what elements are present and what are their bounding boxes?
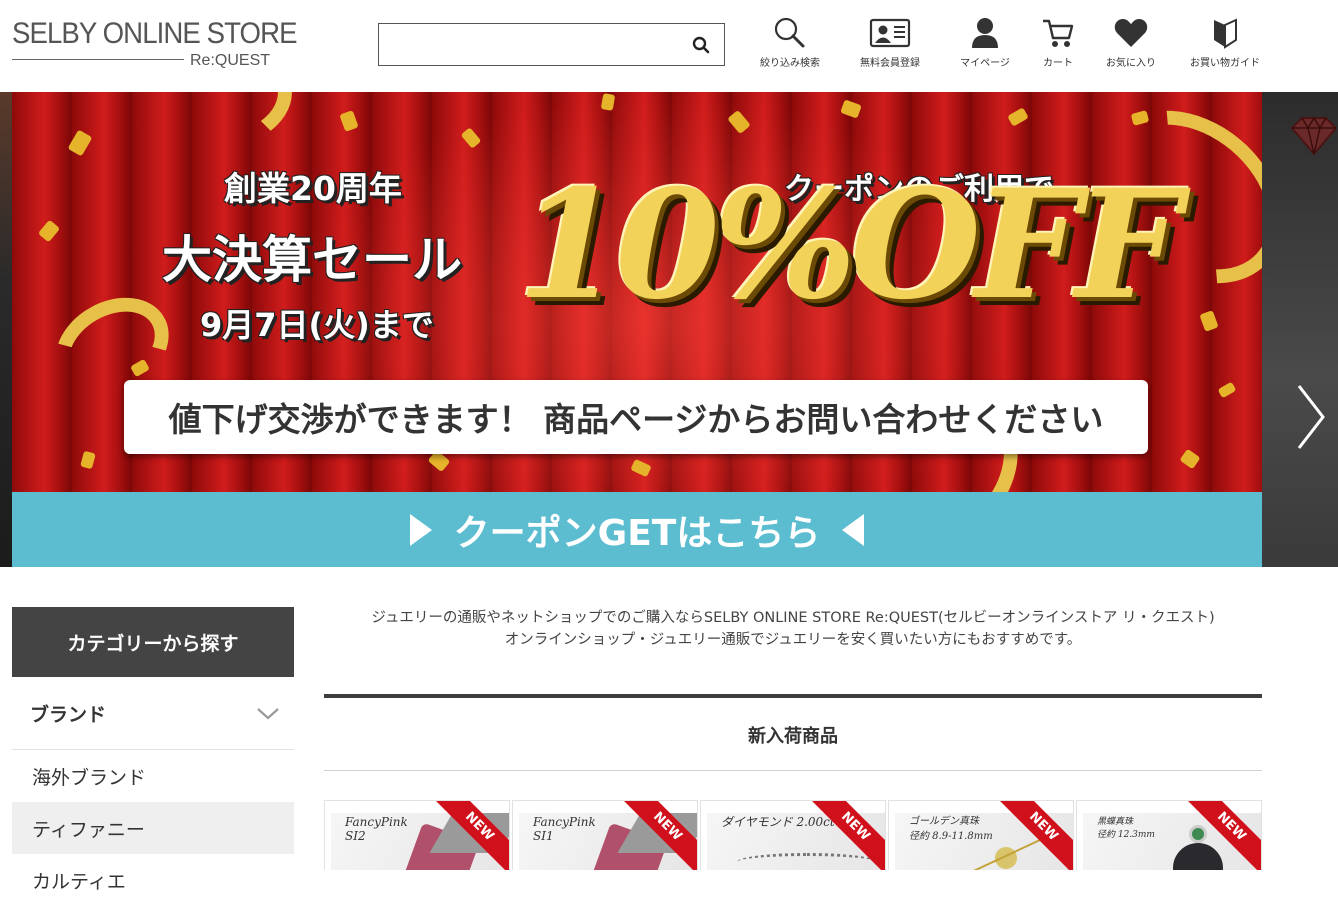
nav-label: お買い物ガイド bbox=[1190, 58, 1260, 69]
product-card[interactable]: FancyPink SI1 NEW bbox=[512, 800, 698, 870]
banner-sale-title: 大決算セール bbox=[162, 231, 462, 289]
nav-cart[interactable]: カート bbox=[1030, 16, 1086, 74]
product-caption: SI1 bbox=[533, 829, 554, 843]
new-arrivals-title: 新入荷商品 bbox=[748, 726, 838, 747]
product-card[interactable]: 黒蝶真珠 径約 12.3mm NEW bbox=[1076, 800, 1262, 870]
banner-negotiation-strip: 値下げ交渉ができます！ 商品ページからお問い合わせください bbox=[124, 380, 1148, 454]
confetti bbox=[37, 219, 61, 243]
category-heading-text: カテゴリーから探す bbox=[67, 632, 239, 655]
store-logo[interactable]: SELBY ONLINE STORE Re:QUEST bbox=[12, 17, 298, 70]
new-arrivals-list: FancyPink SI2 NEW FancyPink SI1 NEW ダイヤモ… bbox=[324, 800, 1262, 870]
confetti bbox=[727, 109, 751, 135]
confetti bbox=[67, 129, 93, 157]
confetti bbox=[1179, 448, 1201, 470]
confetti bbox=[1007, 107, 1029, 127]
intro-line: オンラインショップ・ジュエリー通販でジュエリーを安く買いたい方にもおすすめです。 bbox=[504, 632, 1082, 648]
nav-label: 無料会員登録 bbox=[860, 58, 920, 69]
product-card[interactable]: ダイヤモンド 2.00ct NEW bbox=[700, 800, 886, 870]
category-heading: カテゴリーから探す bbox=[12, 607, 294, 677]
tourmaline-shape bbox=[1189, 825, 1207, 843]
prev-slide-peek[interactable] bbox=[0, 92, 12, 567]
banner-anniversary: 創業20周年 bbox=[224, 169, 402, 208]
product-card[interactable]: FancyPink SI2 NEW bbox=[324, 800, 510, 870]
nav-mypage[interactable]: マイページ bbox=[950, 16, 1020, 74]
chevron-down-icon bbox=[257, 708, 279, 720]
sidebar-item-label: 海外ブランド bbox=[32, 766, 147, 789]
confetti bbox=[1199, 310, 1219, 332]
confetti bbox=[600, 93, 616, 111]
confetti bbox=[460, 127, 482, 149]
sidebar-item-label: カルティエ bbox=[32, 870, 126, 893]
intro-line: ジュエリーの通販やネットショップでのご購入ならSELBY ONLINE STOR… bbox=[371, 610, 1215, 626]
cart-icon bbox=[1043, 19, 1074, 47]
logo-sub-text: Re:QUEST bbox=[190, 52, 271, 69]
brand-accordion[interactable]: ブランド bbox=[12, 677, 294, 750]
nav-favorites[interactable]: お気に入り bbox=[1098, 16, 1164, 74]
product-caption: ダイヤモンド 2.00ct bbox=[721, 815, 835, 829]
store-intro: ジュエリーの通販やネットショップでのご購入ならSELBY ONLINE STOR… bbox=[324, 607, 1262, 651]
sidebar-item-cartier[interactable]: カルティエ bbox=[12, 854, 294, 906]
guide-icon bbox=[1214, 18, 1237, 49]
heart-icon bbox=[1114, 19, 1148, 47]
gold-ribbon bbox=[112, 92, 292, 152]
product-caption: FancyPink bbox=[533, 815, 596, 829]
logo-rule bbox=[12, 59, 184, 60]
banner-discount: 10%OFF bbox=[517, 157, 1182, 333]
nav-shopping-guide[interactable]: お買い物ガイド bbox=[1184, 16, 1266, 74]
category-sidebar: カテゴリーから探す ブランド 海外ブランド ティファニー カルティエ bbox=[12, 607, 294, 906]
confetti bbox=[1217, 381, 1237, 399]
logo-main-text: SELBY ONLINE STORE bbox=[12, 17, 298, 50]
triangle-right-icon bbox=[409, 513, 432, 546]
chevron-right-icon[interactable] bbox=[1293, 382, 1327, 452]
tennis-bracelet-shape bbox=[737, 853, 877, 870]
user-icon bbox=[972, 18, 998, 48]
search-box bbox=[378, 23, 725, 66]
nav-label: カート bbox=[1043, 58, 1073, 69]
search-icon[interactable] bbox=[692, 36, 710, 54]
sidebar-item-tiffany[interactable]: ティファニー bbox=[12, 802, 294, 854]
section-divider bbox=[324, 770, 1262, 771]
nav-label: お気に入り bbox=[1106, 58, 1156, 69]
nav-label: マイページ bbox=[960, 58, 1010, 69]
sidebar-item-overseas-brand[interactable]: 海外ブランド bbox=[12, 750, 294, 802]
sidebar-item-label: ティファニー bbox=[32, 818, 145, 841]
product-caption: 径約 12.3mm bbox=[1097, 830, 1155, 840]
gem-icon bbox=[1290, 116, 1338, 156]
coupon-get-button[interactable]: クーポンGETはこちら bbox=[12, 492, 1262, 567]
product-caption: SI2 bbox=[345, 829, 366, 843]
brand-label: ブランド bbox=[30, 703, 107, 726]
search-input[interactable] bbox=[385, 30, 685, 59]
product-card[interactable]: ゴールデン真珠 径約 8.9-11.8mm NEW bbox=[888, 800, 1074, 870]
confetti bbox=[80, 450, 96, 470]
product-caption: FancyPink bbox=[345, 815, 408, 829]
search-icon bbox=[774, 17, 805, 48]
product-caption: 径約 8.9-11.8mm bbox=[909, 831, 993, 842]
member-card-icon bbox=[869, 18, 911, 48]
sale-banner[interactable]: 創業20周年 大決算セール 9月7日(火)まで クーポンのご利用で 10%OFF… bbox=[12, 92, 1262, 492]
banner-deadline: 9月7日(火)まで bbox=[200, 306, 434, 344]
confetti bbox=[339, 110, 359, 132]
hero-slider: 創業20周年 大決算セール 9月7日(火)まで クーポンのご利用で 10%OFF… bbox=[0, 92, 1338, 567]
next-slide-peek[interactable] bbox=[1262, 92, 1338, 567]
confetti bbox=[630, 458, 652, 478]
confetti bbox=[840, 99, 862, 119]
site-header: SELBY ONLINE STORE Re:QUEST 絞り込み検索 無料会員登… bbox=[0, 0, 1338, 92]
nav-label: 絞り込み検索 bbox=[760, 58, 820, 69]
triangle-left-icon bbox=[842, 513, 865, 546]
coupon-get-label: クーポンGETはこちら bbox=[453, 512, 821, 554]
nav-search-filter[interactable]: 絞り込み検索 bbox=[752, 16, 828, 74]
banner-negotiation-text: 値下げ交渉ができます！ 商品ページからお問い合わせください bbox=[168, 400, 1104, 439]
nav-register[interactable]: 無料会員登録 bbox=[852, 16, 928, 74]
black-pearl-shape bbox=[1173, 843, 1223, 870]
section-divider bbox=[324, 694, 1262, 698]
